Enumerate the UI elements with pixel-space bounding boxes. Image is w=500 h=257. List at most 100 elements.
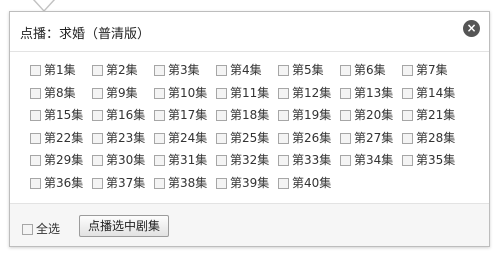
episode-checkbox-item[interactable]: 第16集 xyxy=(92,107,154,129)
episode-checkbox-item[interactable]: 第2集 xyxy=(92,62,154,84)
close-icon[interactable]: × xyxy=(463,20,480,37)
episode-label: 第28集 xyxy=(416,130,456,145)
episode-checkbox-item[interactable]: 第7集 xyxy=(402,62,464,84)
checkbox-icon[interactable] xyxy=(216,155,227,166)
episode-row: 第8集 第9集 第10集 第11集 第12集 第13集 第14集 xyxy=(30,85,480,108)
episode-checkbox-item[interactable]: 第3集 xyxy=(154,62,216,84)
select-all-checkbox[interactable]: 全选 xyxy=(22,220,60,237)
episode-checkbox-item[interactable]: 第37集 xyxy=(92,175,154,197)
episode-checkbox-item[interactable]: 第28集 xyxy=(402,130,464,152)
episode-checkbox-item[interactable]: 第12集 xyxy=(278,85,340,107)
checkbox-icon[interactable] xyxy=(216,132,227,144)
episode-checkbox-item[interactable]: 第31集 xyxy=(154,152,216,174)
checkbox-icon[interactable] xyxy=(278,177,289,189)
episode-checkbox-item[interactable]: 第36集 xyxy=(30,175,92,197)
episode-label: 第25集 xyxy=(230,130,270,145)
episode-checkbox-item[interactable]: 第4集 xyxy=(216,62,278,84)
checkbox-icon[interactable] xyxy=(216,87,227,99)
episode-checkbox-item[interactable]: 第26集 xyxy=(278,130,340,152)
episode-label: 第23集 xyxy=(106,130,146,145)
checkbox-icon[interactable] xyxy=(30,87,41,99)
checkbox-icon[interactable] xyxy=(154,177,165,189)
episode-label: 第1集 xyxy=(44,63,76,77)
checkbox-icon[interactable] xyxy=(154,87,165,99)
episode-checkbox-item[interactable]: 第6集 xyxy=(340,62,402,84)
checkbox-icon[interactable] xyxy=(402,132,413,144)
checkbox-icon[interactable] xyxy=(154,110,165,121)
dialog-header: 点播：求婚（普清版） × xyxy=(10,12,489,52)
episode-checkbox-item[interactable]: 第13集 xyxy=(340,85,402,107)
checkbox-icon[interactable] xyxy=(402,155,413,166)
checkbox-icon[interactable] xyxy=(402,110,413,121)
episode-label: 第38集 xyxy=(168,175,208,190)
episode-checkbox-item[interactable]: 第39集 xyxy=(216,175,278,197)
checkbox-icon[interactable] xyxy=(92,132,103,144)
checkbox-icon[interactable] xyxy=(216,177,227,189)
checkbox-icon[interactable] xyxy=(340,110,351,121)
checkbox-icon[interactable] xyxy=(340,65,351,76)
checkbox-icon[interactable] xyxy=(30,110,41,121)
checkbox-icon[interactable] xyxy=(22,224,33,235)
checkbox-icon[interactable] xyxy=(154,65,165,76)
episode-checkbox-item[interactable]: 第1集 xyxy=(30,62,92,84)
episode-checkbox-item[interactable]: 第21集 xyxy=(402,107,464,129)
episode-checkbox-item[interactable]: 第8集 xyxy=(30,85,92,107)
episode-checkbox-item[interactable]: 第38集 xyxy=(154,175,216,197)
checkbox-icon[interactable] xyxy=(154,132,165,144)
episode-checkbox-item[interactable]: 第40集 xyxy=(278,175,340,197)
episode-row: 第1集 第2集 第3集 第4集 第5集 第6集 第7集 xyxy=(30,62,480,85)
episode-checkbox-item[interactable]: 第25集 xyxy=(216,130,278,152)
episode-checkbox-item[interactable]: 第5集 xyxy=(278,62,340,84)
checkbox-icon[interactable] xyxy=(30,155,41,166)
checkbox-icon[interactable] xyxy=(30,132,41,144)
episode-checkbox-item[interactable]: 第27集 xyxy=(340,130,402,152)
episode-label: 第26集 xyxy=(292,130,332,145)
checkbox-icon[interactable] xyxy=(278,155,289,166)
checkbox-icon[interactable] xyxy=(92,155,103,166)
episode-checkbox-item[interactable]: 第34集 xyxy=(340,152,402,174)
checkbox-icon[interactable] xyxy=(92,87,103,99)
checkbox-icon[interactable] xyxy=(278,110,289,121)
episode-picker-dialog: 点播：求婚（普清版） × 第1集 第2集 第3集 第4集 第5集 第6集 第7集 第8集 第9集… xyxy=(9,11,490,247)
episode-label: 第37集 xyxy=(106,175,146,190)
checkbox-icon[interactable] xyxy=(340,132,351,144)
checkbox-icon[interactable] xyxy=(92,110,103,121)
episode-checkbox-item[interactable]: 第23集 xyxy=(92,130,154,152)
episode-checkbox-item[interactable]: 第9集 xyxy=(92,85,154,107)
episode-checkbox-item[interactable]: 第33集 xyxy=(278,152,340,174)
episode-label: 第30集 xyxy=(106,153,146,167)
episode-checkbox-item[interactable]: 第14集 xyxy=(402,85,464,107)
episode-checkbox-item[interactable]: 第29集 xyxy=(30,152,92,174)
episode-checkbox-item[interactable]: 第11集 xyxy=(216,85,278,107)
checkbox-icon[interactable] xyxy=(30,177,41,189)
episode-checkbox-item[interactable]: 第35集 xyxy=(402,152,464,174)
checkbox-icon[interactable] xyxy=(92,177,103,189)
checkbox-icon[interactable] xyxy=(154,155,165,166)
episode-checkbox-item[interactable]: 第17集 xyxy=(154,107,216,129)
checkbox-icon[interactable] xyxy=(340,87,351,99)
episode-checkbox-item[interactable]: 第20集 xyxy=(340,107,402,129)
episode-label: 第4集 xyxy=(230,63,262,77)
episode-checkbox-item[interactable]: 第32集 xyxy=(216,152,278,174)
episode-checkbox-item[interactable]: 第15集 xyxy=(30,107,92,129)
episode-label: 第24集 xyxy=(168,130,208,145)
episode-checkbox-item[interactable]: 第19集 xyxy=(278,107,340,129)
checkbox-icon[interactable] xyxy=(402,65,413,76)
episode-checkbox-item[interactable]: 第30集 xyxy=(92,152,154,174)
checkbox-icon[interactable] xyxy=(278,65,289,76)
checkbox-icon[interactable] xyxy=(30,65,41,76)
play-selected-button[interactable]: 点播选中剧集 xyxy=(79,215,170,237)
episode-checkbox-item[interactable]: 第10集 xyxy=(154,85,216,107)
checkbox-icon[interactable] xyxy=(92,65,103,76)
episode-checkbox-item[interactable]: 第18集 xyxy=(216,107,278,129)
episode-checkbox-item[interactable]: 第24集 xyxy=(154,130,216,152)
episode-label: 第3集 xyxy=(168,63,200,77)
episode-checkbox-item[interactable]: 第22集 xyxy=(30,130,92,152)
checkbox-icon[interactable] xyxy=(340,155,351,166)
checkbox-icon[interactable] xyxy=(402,87,413,99)
checkbox-icon[interactable] xyxy=(216,65,227,76)
checkbox-icon[interactable] xyxy=(278,132,289,144)
episode-label: 第21集 xyxy=(416,108,456,122)
checkbox-icon[interactable] xyxy=(216,110,227,121)
checkbox-icon[interactable] xyxy=(278,87,289,99)
